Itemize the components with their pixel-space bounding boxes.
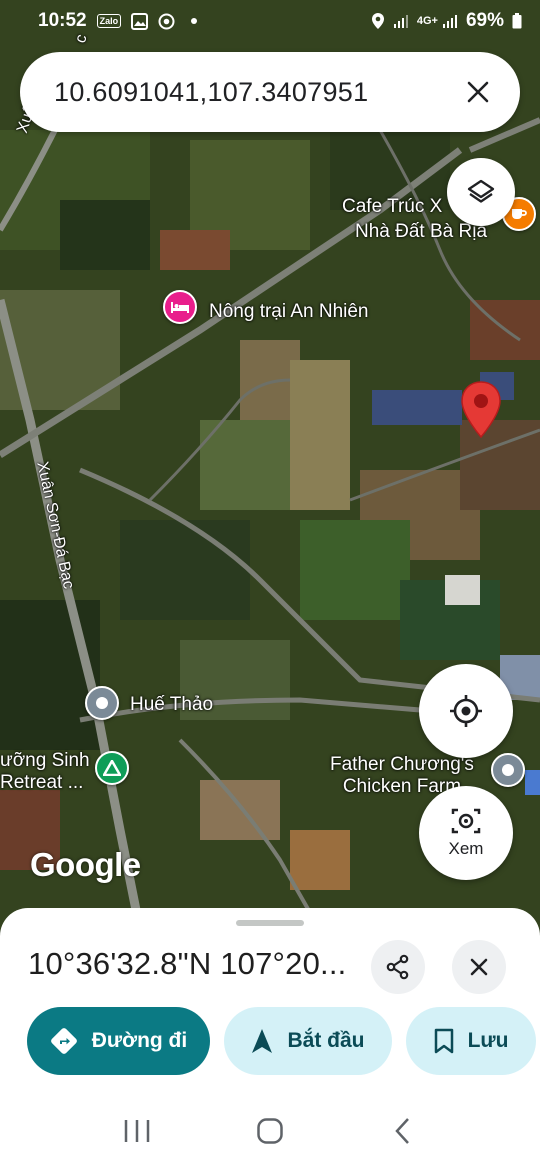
location-status-icon xyxy=(371,13,384,29)
poi-real-estate-label-line: Nhà Đất Bà Rịa xyxy=(355,221,488,242)
search-query[interactable]: 10.6091041,107.3407951 xyxy=(54,77,458,108)
start-navigation-button[interactable]: Bắt đầu xyxy=(224,1007,392,1075)
poi-hue-thao-label[interactable]: Huế Thảo xyxy=(130,694,213,716)
home-icon xyxy=(257,1118,283,1144)
recent-apps-icon xyxy=(124,1120,149,1142)
dropped-pin-marker[interactable] xyxy=(459,380,503,440)
close-icon xyxy=(470,958,488,976)
gallery-notification-icon xyxy=(131,12,149,30)
place-pin-icon[interactable] xyxy=(85,686,119,720)
poi-hue-thao-label-text: Huế Thảo xyxy=(130,694,214,715)
zalo-notification-icon: Zalo xyxy=(96,14,122,28)
poi-cafe-label-line1: Cafe Trúc X xyxy=(342,196,443,217)
poi-retreat-label[interactable]: ưỡng Sinh Retreat ... xyxy=(0,750,90,794)
save-label: Lưu xyxy=(467,1029,509,1052)
signal-icon-1 xyxy=(393,15,408,28)
coordinates-title: 10°36'32.8"N 107°20... xyxy=(28,946,347,981)
share-icon xyxy=(386,954,409,980)
directions-button[interactable]: Đường đi xyxy=(27,1007,210,1075)
save-button[interactable]: Lưu xyxy=(406,1007,536,1075)
back-button[interactable] xyxy=(373,1101,433,1161)
layers-button[interactable] xyxy=(447,158,515,226)
battery-icon xyxy=(512,13,522,29)
share-button[interactable] xyxy=(371,940,425,994)
sheet-drag-handle[interactable] xyxy=(236,920,304,926)
street-view-label: Xem xyxy=(448,839,484,858)
directions-icon xyxy=(50,1028,77,1054)
close-icon xyxy=(467,81,489,103)
poi-chicken-farm-label-line1: Father Chương's xyxy=(330,754,474,775)
farm-pin-icon[interactable] xyxy=(491,753,525,787)
poi-retreat-label-line2: Retreat ... xyxy=(0,772,84,793)
back-icon xyxy=(395,1118,410,1144)
system-nav-bar xyxy=(0,1092,540,1170)
poi-retreat-label-line1: ưỡng Sinh xyxy=(0,750,90,771)
start-label: Bắt đầu xyxy=(287,1029,365,1052)
search-box[interactable]: 10.6091041,107.3407951 xyxy=(20,52,520,132)
bookmark-icon xyxy=(434,1028,453,1054)
street-view-icon xyxy=(451,808,481,834)
chrome-notification-icon xyxy=(158,13,175,29)
poi-hotel-label[interactable]: Nông trại An Nhiên xyxy=(209,301,369,323)
status-time: 10:52 xyxy=(38,10,87,31)
park-pin-icon[interactable] xyxy=(95,751,129,785)
my-location-button[interactable] xyxy=(419,664,513,758)
my-location-icon xyxy=(450,695,482,727)
battery-percent: 69% xyxy=(465,10,504,31)
network-type: 4G+ xyxy=(416,15,438,27)
navigation-arrow-icon xyxy=(252,1029,273,1053)
hotel-pin-icon[interactable] xyxy=(163,290,197,324)
signal-icon-2 xyxy=(442,15,457,28)
street-view-button[interactable]: Xem xyxy=(419,786,513,880)
clear-search-button[interactable] xyxy=(458,72,498,112)
google-logo: Google xyxy=(30,846,141,883)
directions-label: Đường đi xyxy=(91,1029,188,1052)
poi-hotel-label-text: Nông trại An Nhiên xyxy=(209,301,369,322)
poi-real-estate-label[interactable]: Nhà Đất Bà Rịa xyxy=(355,221,487,243)
close-sheet-button[interactable] xyxy=(452,940,506,994)
recent-apps-button[interactable] xyxy=(107,1101,167,1161)
status-bar: 10:52 Zalo 4G+ 69% xyxy=(0,0,540,42)
layers-icon xyxy=(467,179,495,203)
poi-cafe-label[interactable]: Cafe Trúc X xyxy=(342,196,442,218)
more-notifications-dot-icon xyxy=(191,18,198,24)
home-button[interactable] xyxy=(240,1101,300,1161)
